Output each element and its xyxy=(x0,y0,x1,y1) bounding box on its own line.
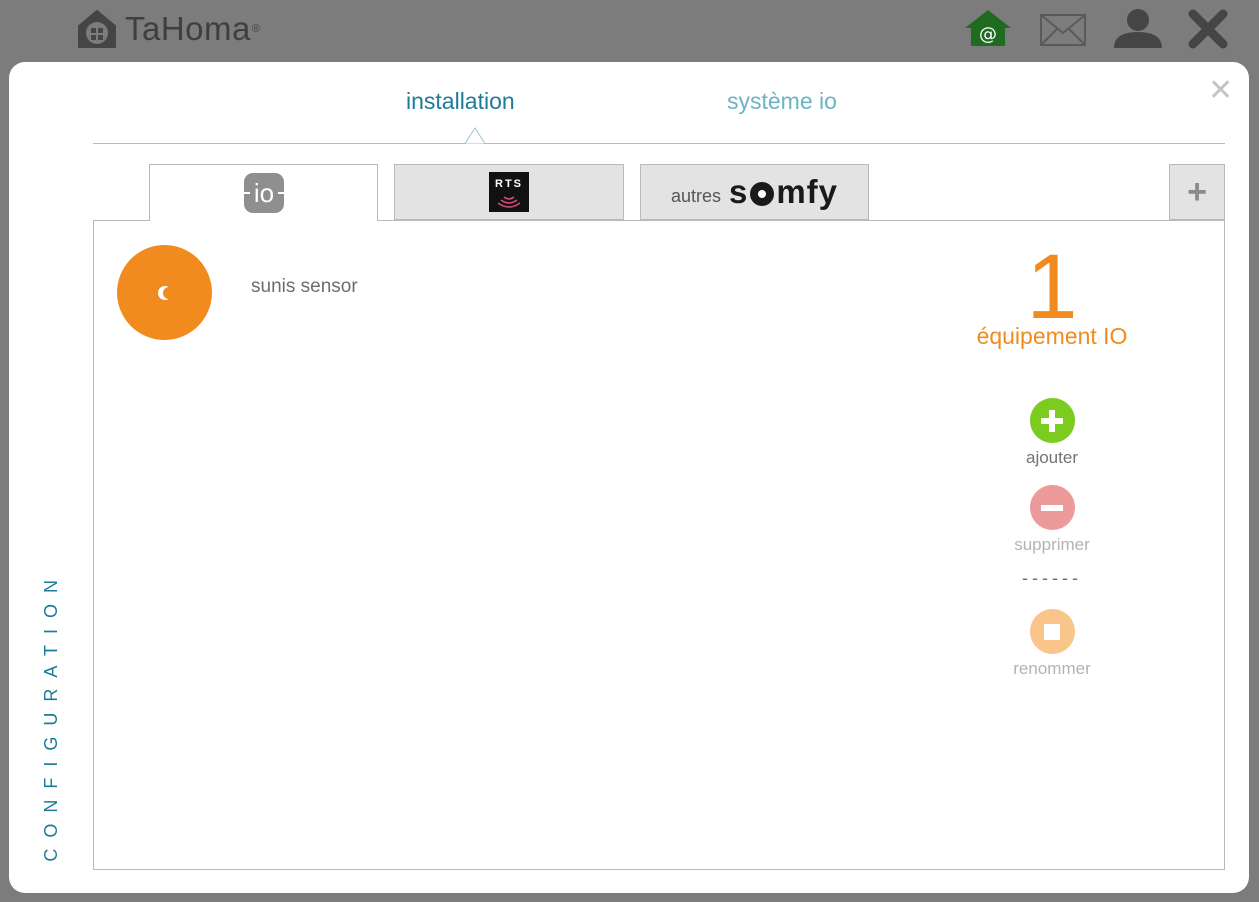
device-count-label: équipement IO xyxy=(976,323,1128,349)
top-bar: TaHoma ® @ xyxy=(0,0,1259,62)
svg-text:@: @ xyxy=(979,24,997,45)
plus-icon xyxy=(1029,398,1075,443)
stop-square-icon xyxy=(1029,609,1075,654)
rename-device-button[interactable]: renommer xyxy=(982,609,1122,679)
io-logo-text: io xyxy=(253,178,273,208)
add-protocol-tab-button[interactable]: + xyxy=(1169,164,1225,220)
brand-registered-mark: ® xyxy=(251,23,260,35)
tahoma-logo: TaHoma ® xyxy=(77,9,260,49)
io-logo-icon: io xyxy=(243,173,284,213)
devices-panel: sunis sensor 1 équipement IO ajouter sup… xyxy=(93,220,1225,870)
user-icon[interactable] xyxy=(1112,8,1164,48)
autres-label: autres xyxy=(670,185,721,206)
configuration-side-label: CONFIGURATION xyxy=(38,542,64,862)
rts-logo-text: RTS xyxy=(495,178,523,190)
add-device-button[interactable]: ajouter xyxy=(982,398,1122,468)
somfy-logo: s mfy xyxy=(728,173,839,210)
remove-device-label: supprimer xyxy=(1014,535,1090,554)
protocol-tab-rts[interactable]: RTS xyxy=(394,164,624,220)
add-device-label: ajouter xyxy=(1026,448,1078,467)
mail-icon[interactable] xyxy=(1040,14,1086,46)
device-name: sunis sensor xyxy=(251,276,358,297)
moon-sensor-icon xyxy=(117,245,212,340)
configuration-modal: ✕ CONFIGURATION installation système io … xyxy=(9,62,1249,893)
tahoma-house-icon xyxy=(78,10,116,48)
modal-close-icon[interactable]: ✕ xyxy=(1208,76,1233,106)
logout-close-icon[interactable] xyxy=(1187,8,1229,50)
protocol-tab-io[interactable]: io xyxy=(149,164,378,221)
minus-icon xyxy=(1029,485,1075,530)
remove-device-button[interactable]: supprimer xyxy=(982,485,1122,555)
device-item[interactable]: sunis sensor xyxy=(117,245,358,340)
rename-device-label: renommer xyxy=(1013,659,1091,678)
brand-name: TaHoma xyxy=(125,10,251,47)
active-tab-caret-icon xyxy=(465,127,485,144)
home-at-icon[interactable]: @ xyxy=(963,8,1013,48)
tab-systeme-io[interactable]: système io xyxy=(727,88,837,115)
protocol-tab-autres-somfy[interactable]: autres s mfy xyxy=(640,164,869,220)
tab-installation[interactable]: installation xyxy=(406,88,515,115)
side-label-text: CONFIGURATION xyxy=(40,569,61,862)
nav-divider xyxy=(93,143,1225,144)
rts-logo-icon: RTS xyxy=(489,172,529,212)
device-count: 1 xyxy=(1026,236,1078,338)
actions-separator: ------ xyxy=(1022,568,1082,588)
